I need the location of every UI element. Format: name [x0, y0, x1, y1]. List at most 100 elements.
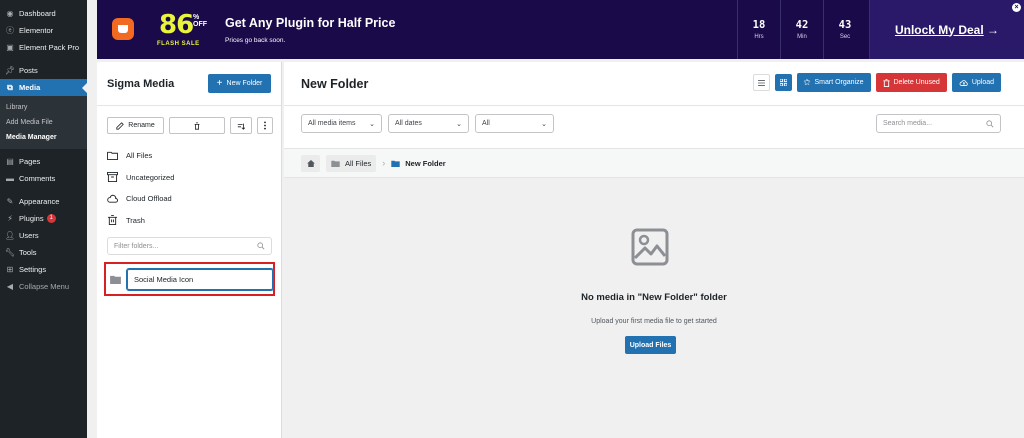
- menu-label: Tools: [19, 248, 37, 257]
- menu-comments[interactable]: ▬ Comments: [0, 170, 87, 187]
- menu-tools[interactable]: 🔧︎ Tools: [0, 244, 87, 261]
- new-folder-button[interactable]: + New Folder: [208, 74, 271, 93]
- folder-panel: Sigma Media + New Folder Rename All Files…: [97, 62, 282, 438]
- delete-unused-button[interactable]: Delete Unused: [875, 73, 947, 92]
- timer-seconds: 43 Sec: [823, 0, 866, 59]
- folder-all-files[interactable]: All Files: [107, 145, 174, 167]
- breadcrumb-all-files[interactable]: All Files: [326, 154, 377, 172]
- search-media-input[interactable]: Search media...: [876, 114, 1001, 133]
- media-submenu: Library Add Media File Media Manager: [0, 96, 87, 149]
- plus-icon: +: [216, 78, 223, 89]
- upload-button[interactable]: Upload: [951, 73, 1001, 92]
- folder-rename-input[interactable]: Social Media Icon: [127, 268, 273, 290]
- dots-vertical-icon: [264, 121, 266, 130]
- menu-settings[interactable]: ⊞ Settings: [0, 261, 87, 278]
- plugins-icon: ⚡︎: [7, 214, 13, 223]
- menu-posts[interactable]: 📌︎ Posts: [0, 62, 87, 79]
- folder-label: Uncategorized: [126, 172, 175, 182]
- upload-files-button[interactable]: Upload Files: [625, 336, 676, 354]
- menu-element-pack-pro[interactable]: ▣ Element Pack Pro: [0, 39, 87, 56]
- breadcrumb-current: New Folder: [391, 158, 446, 168]
- list-icon: [757, 79, 765, 86]
- settings-icon: ⊞: [6, 265, 14, 274]
- tools-icon: 🔧︎: [4, 248, 16, 257]
- folder-cloud-offload[interactable]: Cloud Offload: [107, 188, 174, 210]
- menu-collapse[interactable]: ◀ Collapse Menu: [0, 278, 87, 295]
- filter-folders-input[interactable]: Filter folders...: [107, 237, 272, 255]
- all-select[interactable]: All ⌄: [475, 114, 554, 133]
- menu-users[interactable]: 👤︎ Users: [0, 227, 87, 244]
- folder-label: All Files: [126, 151, 153, 161]
- percent-sign: %: [193, 14, 200, 21]
- empty-state-title: No media in "New Folder" folder: [581, 292, 727, 303]
- rename-button[interactable]: Rename: [107, 117, 164, 134]
- trash-icon: [194, 121, 200, 130]
- smart-organize-button[interactable]: ⚝ Smart Organize: [796, 73, 871, 92]
- folder-icon: [110, 275, 121, 284]
- home-icon: [306, 159, 315, 167]
- chevron-down-icon: ⌄: [541, 120, 547, 128]
- chevron-down-icon: ⌄: [456, 120, 462, 128]
- submenu-media-manager[interactable]: Media Manager: [0, 130, 87, 145]
- trash-icon: [882, 78, 890, 87]
- flash-sale-badge: 86 % OFF FLASH SALE: [155, 10, 207, 50]
- promo-banner: 86 % OFF FLASH SALE Get Any Plugin for Ha…: [97, 0, 1024, 59]
- folder-icon: [331, 160, 340, 167]
- panel-title: Sigma Media: [107, 77, 175, 90]
- menu-label: Posts: [19, 66, 38, 75]
- close-banner-icon[interactable]: ×: [1012, 3, 1021, 12]
- delete-unused-label: Delete Unused: [893, 79, 940, 86]
- pages-icon: ▤: [6, 157, 14, 166]
- media-type-select[interactable]: All media items ⌄: [301, 114, 382, 133]
- date-select[interactable]: All dates ⌄: [388, 114, 469, 133]
- menu-plugins[interactable]: ⚡︎ Plugins 1: [0, 210, 87, 227]
- plugin-logo-icon: [112, 18, 134, 40]
- dashboard-icon: ◉: [6, 9, 14, 18]
- elementor-icon: ⓔ: [6, 26, 14, 35]
- menu-dashboard[interactable]: ◉ Dashboard: [0, 5, 87, 22]
- rename-label: Rename: [128, 122, 155, 129]
- unlock-deal-button[interactable]: Unlock My Deal →: [869, 0, 1024, 59]
- breadcrumb-home[interactable]: [301, 154, 320, 172]
- more-options-button[interactable]: [257, 117, 273, 134]
- list-view-button[interactable]: [752, 74, 770, 91]
- menu-media[interactable]: ⧉ Media: [0, 79, 87, 96]
- timer-value: 43: [838, 19, 852, 31]
- search-icon: [257, 242, 265, 250]
- menu-label: Comments: [19, 174, 56, 183]
- pin-icon: 📌︎: [4, 66, 16, 75]
- sort-button[interactable]: [230, 117, 252, 134]
- folder-label: Trash: [126, 215, 145, 225]
- folder-uncategorized[interactable]: Uncategorized: [107, 167, 174, 189]
- menu-appearance[interactable]: ✎ Appearance: [0, 193, 87, 210]
- breadcrumb-label: New Folder: [405, 158, 446, 168]
- menu-label: Element Pack Pro: [19, 43, 80, 52]
- search-icon: [986, 119, 994, 127]
- delete-folder-button[interactable]: [169, 117, 225, 134]
- folder-list: All Files Uncategorized Cloud Offload Tr…: [107, 145, 174, 231]
- timer-value: 18: [752, 19, 766, 31]
- submenu-add-media-file[interactable]: Add Media File: [0, 115, 87, 130]
- search-placeholder: Search media...: [883, 120, 933, 127]
- arrow-right-icon: →: [987, 22, 1000, 37]
- discount-suffix: % OFF: [193, 14, 207, 28]
- menu-elementor[interactable]: ⓔ Elementor: [0, 22, 87, 39]
- folder-trash[interactable]: Trash: [107, 210, 174, 232]
- menu-pages[interactable]: ▤ Pages: [0, 153, 87, 170]
- menu-label: Appearance: [19, 197, 60, 206]
- media-icon: ⧉: [7, 82, 13, 92]
- media-empty-area: No media in "New Folder" folder Upload y…: [284, 178, 1024, 438]
- off-label: OFF: [193, 21, 207, 28]
- sort-icon: [237, 123, 245, 130]
- archive-icon: [107, 172, 118, 183]
- countdown-timer: 18 Hrs 42 Min 43 Sec: [737, 0, 866, 59]
- cloud-upload-icon: [959, 80, 968, 86]
- grid-view-button[interactable]: [774, 74, 792, 91]
- submenu-library[interactable]: Library: [0, 100, 87, 115]
- comments-icon: ▬: [6, 174, 14, 183]
- users-icon: 👤︎: [4, 231, 16, 240]
- folder-toolbar: Rename: [107, 117, 273, 134]
- select-value: All media items: [308, 120, 356, 127]
- edit-icon: [116, 121, 125, 130]
- deal-label: Unlock My Deal: [894, 22, 984, 37]
